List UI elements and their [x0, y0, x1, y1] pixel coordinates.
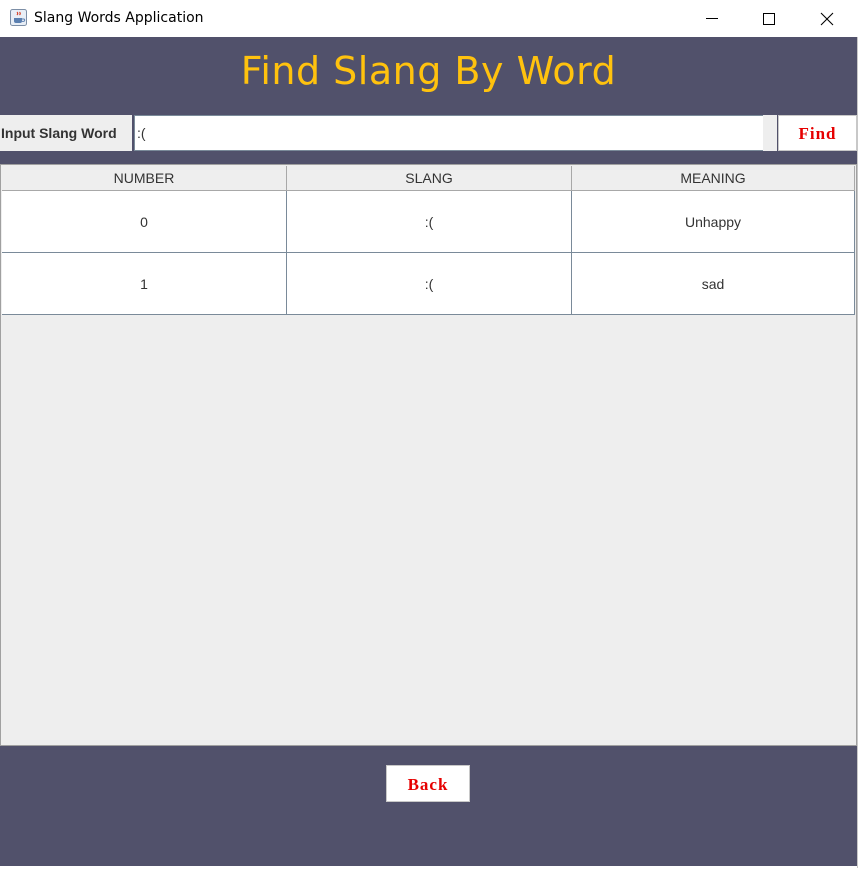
find-button[interactable]: Find [778, 115, 857, 151]
cell-meaning[interactable]: sad [572, 253, 855, 315]
input-label: Input Slang Word [0, 115, 132, 151]
title-bar[interactable]: Slang Words Application [0, 0, 858, 37]
cell-slang[interactable]: :( [287, 253, 572, 315]
column-header-slang[interactable]: SLANG [287, 166, 572, 191]
close-icon [820, 12, 834, 26]
window-title: Slang Words Application [34, 10, 204, 26]
results-table[interactable]: NUMBER SLANG MEANING 0 :( Unhappy 1 :( s… [0, 164, 857, 746]
minimize-button[interactable] [683, 0, 741, 37]
page-title: Find Slang By Word [240, 49, 617, 93]
search-input[interactable]: :( [134, 115, 766, 151]
cell-number[interactable]: 0 [2, 191, 287, 253]
column-header-number[interactable]: NUMBER [2, 166, 287, 191]
close-button[interactable] [798, 0, 856, 37]
minimize-icon [706, 18, 718, 19]
column-header-meaning[interactable]: MEANING [572, 166, 855, 191]
maximize-icon [763, 13, 775, 25]
cell-number[interactable]: 1 [2, 253, 287, 315]
table-row[interactable]: 0 :( Unhappy [2, 191, 855, 253]
java-cup-icon [10, 9, 27, 26]
table-header: NUMBER SLANG MEANING [2, 166, 855, 191]
footer-panel: Back [0, 746, 857, 866]
cell-slang[interactable]: :( [287, 191, 572, 253]
input-spacer [763, 115, 777, 151]
table-row[interactable]: 1 :( sad [2, 253, 855, 315]
maximize-button[interactable] [740, 0, 798, 37]
back-button[interactable]: Back [386, 765, 470, 802]
app-window: Slang Words Application Find Slang By Wo… [0, 0, 858, 868]
cell-meaning[interactable]: Unhappy [572, 191, 855, 253]
header-panel: Find Slang By Word Input Slang Word :( F… [0, 37, 857, 164]
